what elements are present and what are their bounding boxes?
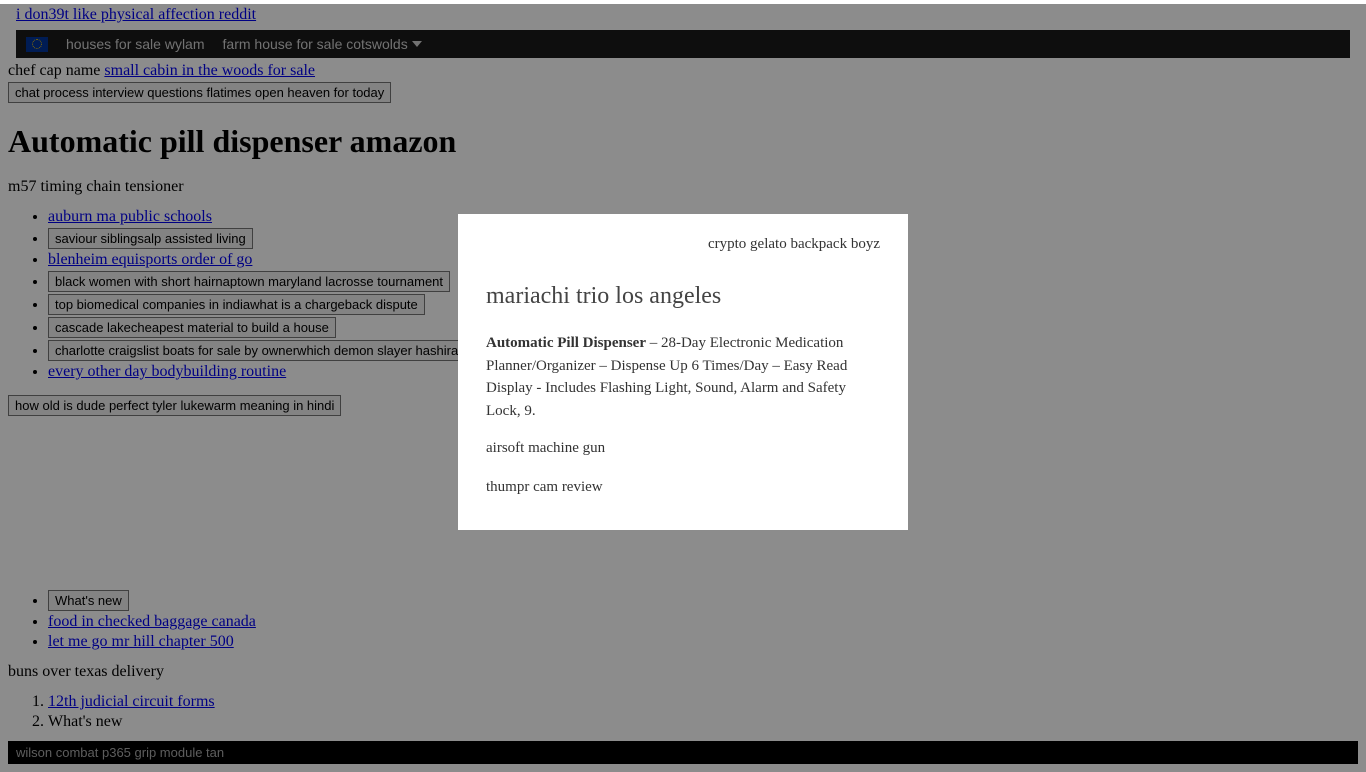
modal-overlay[interactable]: crypto gelato backpack boyz mariachi tri… — [0, 4, 1366, 772]
modal-body: Automatic Pill Dispenser – 28-Day Electr… — [486, 332, 880, 422]
modal-sub-2: thumpr cam review — [486, 479, 880, 496]
modal-title: mariachi trio los angeles — [486, 283, 880, 310]
modal-top-text: crypto gelato backpack boyz — [486, 236, 880, 253]
modal-sub-1: airsoft machine gun — [486, 440, 880, 457]
modal-dialog: crypto gelato backpack boyz mariachi tri… — [458, 214, 908, 530]
modal-body-bold: Automatic Pill Dispenser — [486, 335, 646, 351]
